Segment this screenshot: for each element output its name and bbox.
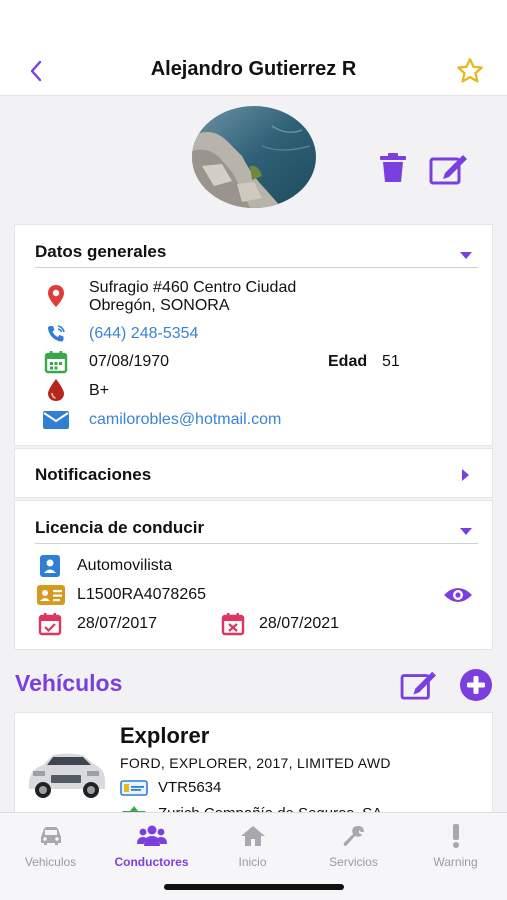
home-indicator [164,884,344,890]
exclamation-icon [452,824,459,848]
tab-inicio[interactable]: Inicio [202,821,303,869]
envelope-icon [41,405,71,435]
tab-vehiculos[interactable]: Vehiculos [0,821,101,869]
license-number: L1500RA4078265 [77,586,207,603]
eye-icon [444,588,472,602]
avatar-photo [192,106,316,208]
star-icon [457,58,483,83]
car-icon [40,827,61,845]
vehicle-name: Explorer [120,723,210,748]
license-card-icon [35,580,67,610]
edit-icon [429,155,467,185]
notifications-title: Notificaciones [35,465,152,484]
vehicle-details: FORD, EXPLORER, 2017, LIMITED AWD [120,755,391,771]
tab-conductores[interactable]: Conductores [101,821,202,869]
phone-link[interactable]: (644) 248-5354 [89,325,198,343]
location-pin-icon [41,281,71,311]
tab-label: Servicios [329,855,378,869]
nav-header: Alejandro Gutierrez R [0,0,507,96]
suv-image [29,753,105,798]
trash-icon [380,153,406,182]
add-vehicle-button[interactable] [459,668,493,707]
avatar[interactable] [192,106,316,208]
caret-right-icon [462,469,469,481]
wrench-icon [343,826,364,846]
edit-vehicles-button[interactable] [399,668,439,707]
blood-type: B+ [89,382,110,399]
address-line-2: Obregón, SONORA [89,297,230,314]
id-badge-icon [35,551,65,581]
license-card: Licencia de conducir Automovilista L1500… [14,500,493,650]
phone-icon [41,319,71,349]
notifications-card[interactable]: Notificaciones [14,448,493,498]
email-link[interactable]: camilorobles@hotmail.com [89,411,281,429]
expand-toggle[interactable] [462,468,470,486]
general-info-title: Datos generales [35,242,167,261]
page-title: Alejandro Gutierrez R [150,58,357,80]
plus-circle-icon [460,669,492,701]
address-line-1: Sufragio #460 Centro Ciudad [89,279,297,296]
chevron-left-icon [30,60,42,82]
tab-servicios[interactable]: Servicios [303,821,404,869]
tab-label: Vehiculos [24,855,77,869]
edit-icon [400,671,436,700]
tab-warning[interactable]: Warning [405,821,506,869]
vehicle-image [23,747,109,808]
tab-label: Conductores [114,855,189,869]
age-value: 51 [382,353,400,370]
back-button[interactable] [22,54,50,88]
license-expires: 28/07/2021 [259,615,340,632]
age-label: Edad [328,353,368,370]
caret-down-icon [460,252,472,259]
calendar-icon [41,347,71,377]
license-type: Automovilista [77,557,173,574]
edit-button[interactable] [429,150,469,186]
divider [35,543,478,544]
tab-label: Inicio [238,855,267,869]
group-icon [136,825,167,846]
divider [35,267,478,268]
vehicles-title: Vehículos [15,670,123,696]
calendar-x-icon [218,609,248,639]
birthdate: 07/08/1970 [89,353,170,370]
vehicle-plate: VTR5634 [158,779,222,796]
general-info-card: Datos generales Sufragio #460 Centro Ciu… [14,224,493,446]
collapse-toggle[interactable] [460,247,472,265]
license-issued: 28/07/2017 [77,615,158,632]
blood-drop-icon [41,375,71,405]
collapse-toggle[interactable] [460,523,472,541]
view-license-button[interactable] [440,580,476,610]
caret-down-icon [460,528,472,535]
vehicle-card[interactable]: Explorer FORD, EXPLORER, 2017, LIMITED A… [14,712,493,822]
address: Sufragio #460 Centro Ciudad Obregón, SON… [89,279,296,315]
license-title: Licencia de conducir [35,518,205,537]
plate-icon [120,780,148,801]
calendar-check-icon [35,609,65,639]
favorite-button[interactable] [455,56,487,88]
tab-label: Warning [433,855,478,869]
delete-button[interactable] [373,150,413,186]
home-icon [240,826,265,846]
